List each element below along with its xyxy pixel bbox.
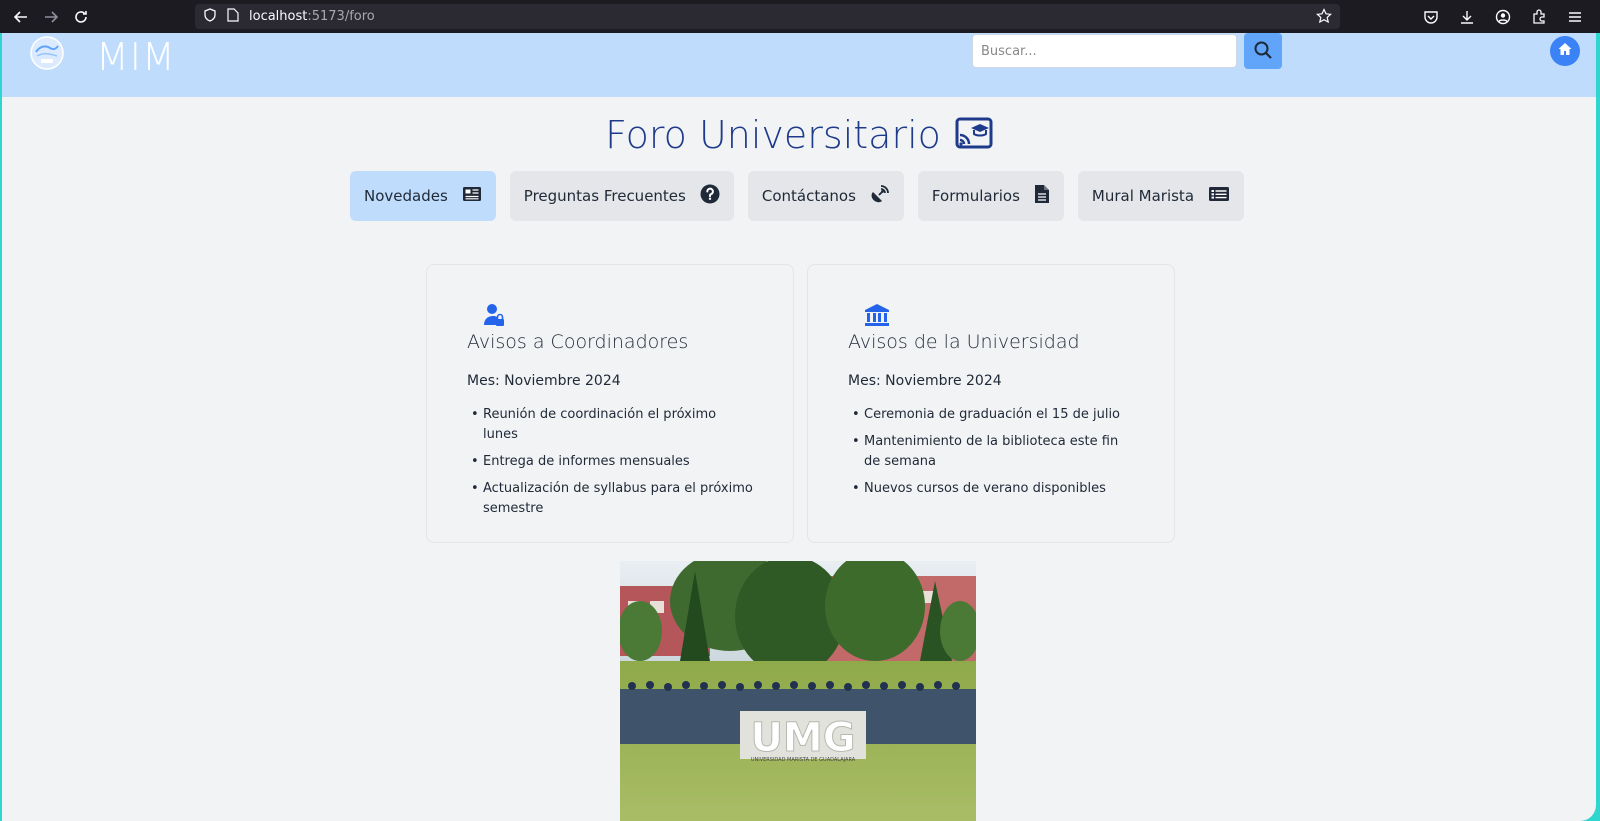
shield-icon [203, 7, 217, 26]
tab-novedades[interactable]: Novedades [350, 171, 496, 221]
back-arrow-icon[interactable] [6, 2, 36, 32]
search-icon [1253, 40, 1273, 63]
chalkboard-cast-icon [955, 117, 993, 153]
download-icon[interactable] [1452, 2, 1482, 32]
satellite-dish-icon [870, 184, 890, 208]
extensions-icon[interactable] [1524, 2, 1554, 32]
university-icon [864, 303, 1134, 329]
list-item: Mantenimiento de la biblioteca este fin … [848, 432, 1134, 472]
tab-label: Contáctanos [761, 187, 856, 205]
bookmark-star-icon[interactable] [1316, 8, 1332, 28]
home-icon [1557, 41, 1573, 61]
page-icon [227, 7, 239, 26]
notice-list: Reunión de coordinación el próximo lunes… [467, 405, 753, 519]
umg-sign-text: UMG [750, 715, 855, 761]
tab-label: Formularios [931, 187, 1020, 205]
card-avisos-coordinadores: Avisos a Coordinadores Mes: Noviembre 20… [426, 264, 794, 543]
user-lock-icon [483, 303, 753, 329]
tab-label: Novedades [364, 187, 448, 205]
rectangle-list-icon [1208, 186, 1230, 206]
notice-list: Ceremonia de graduación el 15 de julio M… [848, 405, 1134, 499]
search-input[interactable] [972, 34, 1237, 68]
tab-label: Mural Marista [1091, 187, 1195, 205]
page-title-row: Foro Universitario [2, 113, 1596, 157]
forum-tabs: Novedades Preguntas Frecuentes Contáctan… [350, 171, 1245, 221]
address-bar[interactable]: localhost:5173/foro [195, 4, 1340, 29]
menu-icon[interactable] [1560, 2, 1590, 32]
card-avisos-universidad: Avisos de la Universidad Mes: Noviembre … [807, 264, 1175, 543]
tab-mural-marista[interactable]: Mural Marista [1077, 171, 1245, 221]
tab-label: Preguntas Frecuentes [523, 187, 686, 205]
question-circle-icon [700, 184, 720, 208]
list-item: Actualización de syllabus para el próxim… [467, 479, 753, 519]
card-month: Mes: Noviembre 2024 [848, 373, 1002, 389]
home-button[interactable] [1550, 36, 1580, 66]
mim-logo[interactable] [28, 36, 66, 70]
url-path: :5173/foro [307, 9, 375, 24]
list-item: Reunión de coordinación el próximo lunes [467, 405, 753, 445]
reload-icon[interactable] [66, 2, 96, 32]
list-item: Entrega de informes mensuales [467, 452, 753, 472]
browser-toolbar: localhost:5173/foro [0, 0, 1600, 33]
pocket-icon[interactable] [1416, 2, 1446, 32]
list-item: Nuevos cursos de verano disponibles [848, 479, 1134, 499]
search-button[interactable] [1244, 33, 1282, 69]
tab-formularios[interactable]: Formularios [917, 171, 1064, 221]
tab-preguntas-frecuentes[interactable]: Preguntas Frecuentes [509, 171, 734, 221]
page-viewport: MIM Foro Universitario [2, 33, 1596, 821]
card-month: Mes: Noviembre 2024 [467, 373, 621, 389]
tab-contactanos[interactable]: Contáctanos [747, 171, 904, 221]
forward-arrow-icon[interactable] [36, 2, 66, 32]
card-title: Avisos a Coordinadores [467, 331, 689, 353]
campus-group-photo: UMG UNIVERSIDAD MARISTA DE GUADALAJARA [620, 561, 976, 821]
newspaper-icon [462, 186, 482, 206]
card-title: Avisos de la Universidad [848, 331, 1080, 353]
file-icon [1034, 184, 1050, 208]
account-icon[interactable] [1488, 2, 1518, 32]
umg-sign-subtext: UNIVERSIDAD MARISTA DE GUADALAJARA [751, 757, 856, 763]
url-host: localhost [249, 9, 308, 24]
app-header: MIM [2, 33, 1596, 97]
url-text: localhost:5173/foro [249, 9, 375, 24]
brand-name: MIM [96, 35, 176, 79]
list-item: Ceremonia de graduación el 15 de julio [848, 405, 1134, 425]
page-title: Foro Universitario [605, 113, 941, 157]
